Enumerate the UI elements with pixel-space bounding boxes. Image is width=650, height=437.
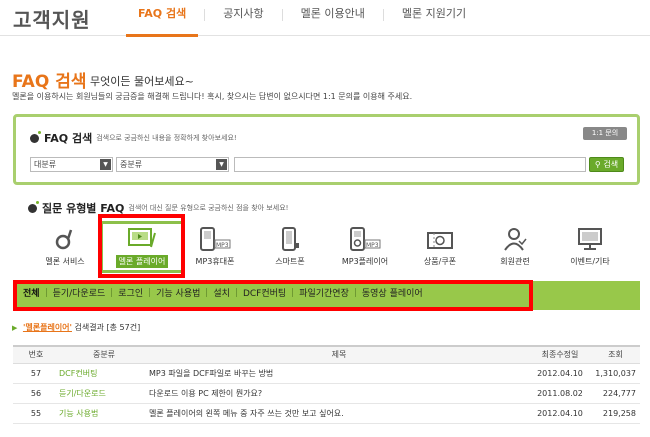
row-date: 2011.08.02 [529, 383, 591, 404]
search-button-label: 검색 [603, 160, 619, 169]
svg-text:MP3: MP3 [216, 242, 229, 249]
category-label: 상품/쿠폰 [423, 257, 457, 266]
category-label: MP3플레이어 [341, 257, 389, 266]
row-category[interactable]: 듣기/다운로드 [59, 383, 149, 404]
dropdown-arrow-icon: ▼ [216, 159, 227, 170]
column-header-views: 조회 [591, 345, 640, 364]
column-header-number: 번호 [13, 345, 59, 364]
table-row[interactable]: 55 기능 사용법 멜론 플레이어의 왼쪽 메뉴 중 자주 쓰는 것만 보고 싶… [13, 403, 640, 424]
highlight-box-selected-category [98, 214, 185, 278]
table-row[interactable]: 56 듣기/다운로드 다운로드 이용 PC 제한이 뭔가요? 2011.08.0… [13, 383, 640, 404]
search-button[interactable]: ⚲ 검색 [589, 157, 624, 172]
category-mp3-phone[interactable]: MP3 MP3휴대폰 [185, 225, 245, 273]
result-count: 검색결과 [총 57건] [74, 323, 141, 332]
minor-category-select[interactable]: 중분류 ▼ [116, 157, 229, 172]
row-title-link[interactable]: MP3 파일을 DCF파일로 바꾸는 방법 [149, 363, 529, 384]
coupon-icon [427, 232, 453, 249]
table-header-row: 번호 중분류 제목 최종수정일 조회 [13, 345, 640, 364]
category-coupon[interactable]: 상품/쿠폰 [410, 225, 470, 273]
note-bullet-icon [28, 200, 39, 213]
result-query: '멜론플레이어' [22, 323, 72, 332]
search-row: 대분류 ▼ 중분류 ▼ ⚲ 검색 [30, 157, 624, 172]
column-header-category: 중분류 [59, 345, 149, 364]
tab-guide[interactable]: 멜론 이용안내 [283, 0, 383, 36]
row-date: 2012.04.10 [529, 363, 591, 384]
member-icon [504, 228, 527, 251]
dropdown-arrow-icon: ▼ [100, 159, 111, 170]
tab-faq-search[interactable]: FAQ 검색 [120, 0, 204, 37]
row-number: 57 [13, 363, 59, 384]
search-hint: 검색으로 궁금하신 내용을 정확하게 찾아보세요! [96, 134, 237, 142]
note-bullet-icon [30, 130, 41, 143]
search-icon: ⚲ [594, 160, 601, 169]
row-number: 56 [13, 383, 59, 404]
one-to-one-inquiry-button[interactable]: 1:1 문의 [583, 127, 627, 140]
page-description: 멜론을 이용하시는 회원님들의 궁금증을 해결해 드립니다! 혹시, 찾으시는 … [12, 92, 413, 101]
category-label: 이벤트/기타 [570, 257, 610, 266]
category-label: 멜론 서비스 [45, 257, 85, 266]
column-header-title: 제목 [149, 345, 529, 364]
tab-notice[interactable]: 공지사항 [205, 0, 281, 36]
site-logo[interactable]: 고객지원 [13, 4, 91, 33]
search-input[interactable] [234, 157, 586, 172]
svg-text:MP3: MP3 [366, 242, 379, 249]
row-views: 1,310,037 [591, 363, 640, 384]
row-number: 55 [13, 403, 59, 424]
category-label: 회원관련 [500, 257, 530, 266]
major-category-value: 대분류 [34, 160, 57, 169]
category-event[interactable]: 이벤트/기타 [560, 225, 620, 273]
top-bar: 고객지원 FAQ 검색 공지사항 멜론 이용안내 멜론 지원기기 [0, 0, 650, 37]
category-melon-service[interactable]: 멜론 서비스 [35, 225, 95, 273]
result-summary: ▶ '멜론플레이어' 검색결과 [총 57건] [12, 322, 140, 333]
event-icon [578, 228, 602, 250]
top-nav: FAQ 검색 공지사항 멜론 이용안내 멜론 지원기기 [120, 0, 484, 37]
triangle-bullet-icon: ▶ [12, 324, 18, 332]
question-type-hint: 검색어 대신 질문 유형으로 궁금하신 점을 찾아 보세요! [128, 204, 289, 212]
page-subtitle: 무엇이든 물어보세요~ [90, 75, 194, 88]
faq-results-table: 번호 중분류 제목 최종수정일 조회 57 DCF컨버팅 MP3 파일을 DCF… [13, 345, 640, 424]
row-category[interactable]: DCF컨버팅 [59, 363, 149, 384]
minor-category-value: 중분류 [120, 160, 143, 169]
table-row[interactable]: 57 DCF컨버팅 MP3 파일을 DCF파일로 바꾸는 방법 2012.04.… [13, 363, 640, 384]
row-title-link[interactable]: 다운로드 이용 PC 제한이 뭔가요? [149, 383, 529, 404]
mp3-player-icon: MP3 [350, 227, 381, 251]
row-date: 2012.04.10 [529, 403, 591, 424]
melon-note-icon [55, 229, 73, 250]
smartphone-icon [282, 227, 299, 251]
row-views: 219,258 [591, 403, 640, 424]
faq-search-panel: FAQ 검색 검색으로 궁금하신 내용을 정확하게 찾아보세요! 1:1 문의 … [13, 114, 640, 185]
page-title: FAQ 검색 [12, 72, 87, 92]
major-category-select[interactable]: 대분류 ▼ [30, 157, 113, 172]
category-member[interactable]: 회원관련 [485, 225, 545, 273]
category-smartphone[interactable]: 스마트폰 [260, 225, 320, 273]
row-views: 224,777 [591, 383, 640, 404]
mp3-phone-icon: MP3 [200, 227, 231, 251]
column-header-date: 최종수정일 [529, 345, 591, 364]
highlight-box-subcategories [13, 280, 533, 311]
category-label: 스마트폰 [275, 257, 305, 266]
row-category[interactable]: 기능 사용법 [59, 403, 149, 424]
category-label: MP3휴대폰 [195, 257, 235, 266]
tab-devices[interactable]: 멜론 지원기기 [384, 0, 484, 36]
search-title: FAQ 검색 [44, 132, 93, 145]
category-mp3-player[interactable]: MP3 MP3플레이어 [335, 225, 395, 273]
row-title-link[interactable]: 멜론 플레이어의 왼쪽 메뉴 중 자주 쓰는 것만 보고 싶어요. [149, 403, 529, 424]
search-heading: FAQ 검색 검색으로 궁금하신 내용을 정확하게 찾아보세요! [30, 130, 237, 146]
